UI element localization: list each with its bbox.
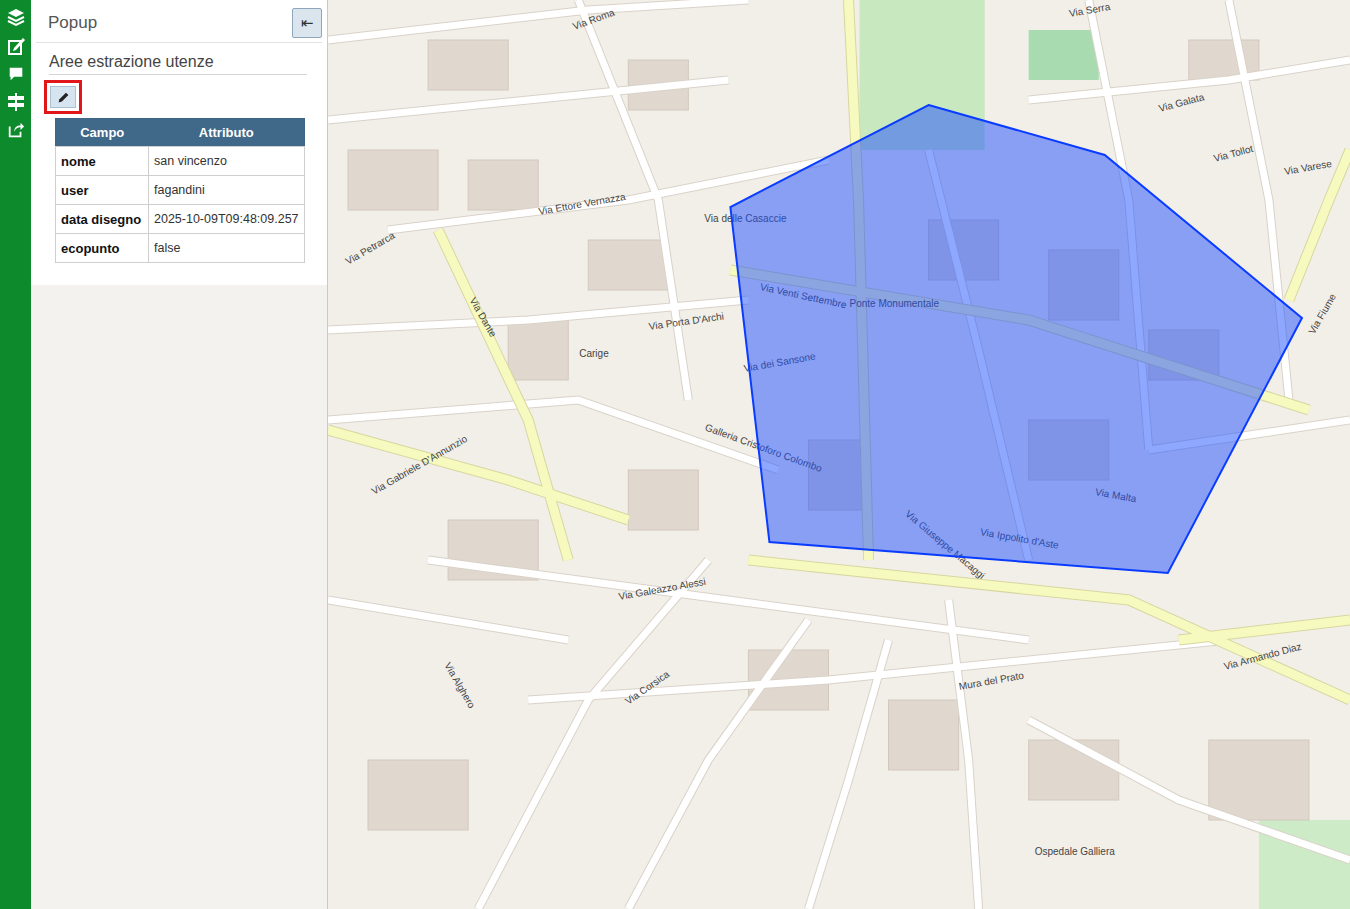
road <box>328 80 728 120</box>
value-cell: false <box>149 234 305 263</box>
street-label: Via Galeazzo Alessi <box>618 576 707 602</box>
street-label: Via Roma <box>571 6 616 31</box>
road <box>428 560 1029 640</box>
edit-button[interactable] <box>50 86 76 108</box>
road <box>478 560 708 909</box>
road <box>808 640 888 909</box>
attribute-table: CampoAttributonomesan vincenzouserfagand… <box>55 118 305 263</box>
street-label: Via Serra <box>1068 1 1111 19</box>
pencil-icon <box>57 91 70 104</box>
panel-title: Popup <box>48 13 97 33</box>
street-label: Via Varese <box>1283 158 1333 177</box>
table-row: data disegno2025-10-09T09:48:09.257 <box>56 205 305 234</box>
major-road <box>438 230 568 560</box>
road-casing <box>328 0 748 40</box>
building <box>428 40 508 90</box>
field-cell: data disegno <box>56 205 149 234</box>
table-row: userfagandini <box>56 176 305 205</box>
road <box>949 600 979 909</box>
field-cell: nome <box>56 147 149 176</box>
major-road-casing <box>748 560 1350 700</box>
street-label: Via Alghero <box>442 661 477 711</box>
table-row: ecopuntofalse <box>56 234 305 263</box>
street-label: Carige <box>579 348 609 359</box>
layers-icon[interactable] <box>6 7 26 27</box>
app: Popup ⇤ Aree estrazione utenze CampoAttribu… <box>0 0 1350 909</box>
edit-document-icon[interactable] <box>6 36 26 56</box>
street-label: Via Porta D'Archi <box>648 311 724 332</box>
street-label: Via Tollot <box>1213 143 1255 164</box>
table-header: CampoAttributo <box>56 119 305 147</box>
building <box>368 760 468 830</box>
toolbar <box>0 0 31 909</box>
street-label: Mura del Prato <box>958 670 1025 692</box>
building <box>588 240 668 290</box>
selected-area[interactable] <box>730 105 1302 573</box>
value-cell: 2025-10-09T09:48:09.257 <box>149 205 305 234</box>
street-label: Via Petrarca <box>344 230 397 267</box>
building <box>468 160 538 210</box>
major-road <box>748 560 1350 700</box>
building <box>889 700 959 770</box>
major-road-casing <box>328 430 628 520</box>
share-icon[interactable] <box>7 121 25 139</box>
road-casing <box>1029 720 1350 860</box>
road <box>328 400 778 470</box>
street-label: Via Armando Diaz <box>1223 641 1303 672</box>
edit-highlight <box>44 80 82 114</box>
comment-icon[interactable] <box>7 65 25 83</box>
value-cell: san vincenzo <box>149 147 305 176</box>
major-road <box>328 430 628 520</box>
street-label: Via Corsica <box>623 668 671 706</box>
building <box>348 150 438 210</box>
building <box>628 470 698 530</box>
column-header: Attributo <box>149 119 305 147</box>
field-cell: user <box>56 176 149 205</box>
road-casing <box>628 620 808 909</box>
road-casing <box>328 600 568 640</box>
street-label: Via Galata <box>1157 91 1205 114</box>
street-label: Via Fiume <box>1306 291 1338 336</box>
road-casing <box>949 600 979 909</box>
value-cell: fagandini <box>149 176 305 205</box>
collapse-button[interactable]: ⇤ <box>292 8 322 38</box>
street-label: Via Gabriele D'Annunzio <box>370 433 470 497</box>
street-label: Ospedale Galliera <box>1035 846 1116 857</box>
map[interactable]: Via Roma Via Serra Via Galata Via Tollot Via… <box>328 0 1350 909</box>
column-header: Campo <box>56 119 149 147</box>
road-casing <box>328 400 778 470</box>
road <box>328 600 568 640</box>
street-label: Via Ettore Vernazza <box>538 191 627 217</box>
layer-title: Aree estrazione utenze <box>49 53 307 75</box>
major-road-casing <box>438 230 568 560</box>
road-casing <box>478 560 708 909</box>
road <box>1029 720 1350 860</box>
signpost-icon[interactable] <box>6 92 26 112</box>
sports-field <box>1029 30 1099 80</box>
popup-panel: Popup ⇤ Aree estrazione utenze CampoAttribu… <box>31 0 328 909</box>
building <box>508 320 568 380</box>
basemap[interactable]: Via Roma Via Serra Via Galata Via Tollot Via… <box>328 0 1350 909</box>
road-casing <box>328 80 728 120</box>
building <box>1209 740 1309 820</box>
table-row: nomesan vincenzo <box>56 147 305 176</box>
panel-header: Popup ⇤ <box>36 6 322 43</box>
road <box>328 0 748 40</box>
road <box>628 620 808 909</box>
popup-content: Aree estrazione utenze CampoAttributonome… <box>36 43 322 263</box>
street-label: Via Dante <box>467 296 499 340</box>
field-cell: ecopunto <box>56 234 149 263</box>
